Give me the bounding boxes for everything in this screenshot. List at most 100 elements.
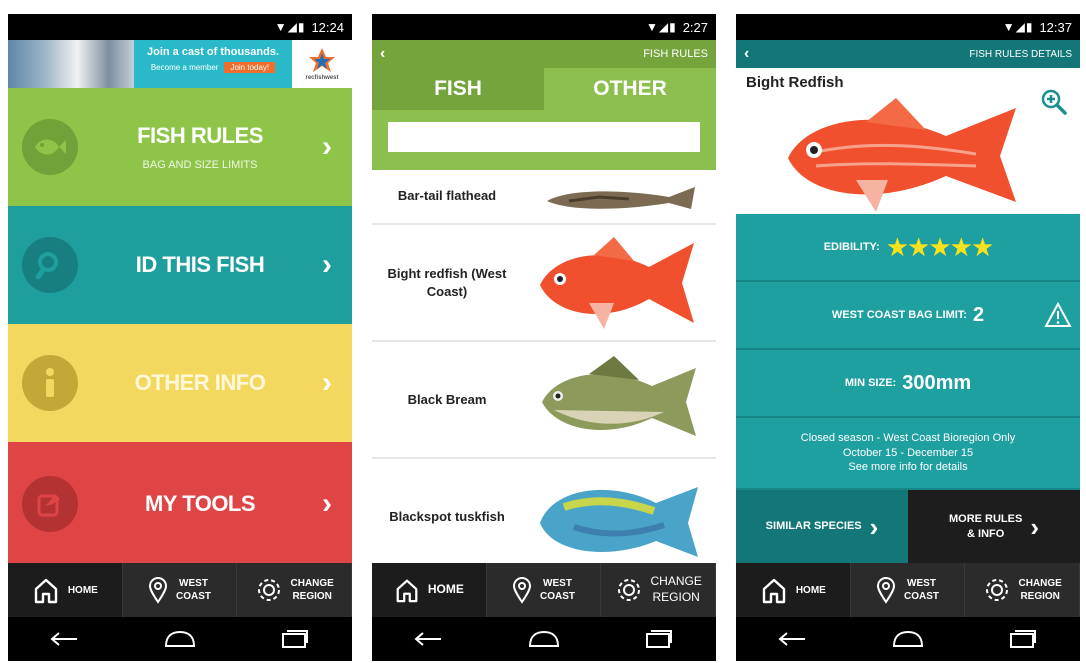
list-item[interactable]: Black Bream bbox=[372, 342, 716, 459]
home-button-icon[interactable] bbox=[524, 627, 564, 651]
menu-sublabel: BAG AND SIZE LIMITS bbox=[142, 159, 258, 171]
gear-icon bbox=[257, 579, 280, 601]
search-input[interactable] bbox=[388, 122, 700, 152]
android-nav-bar bbox=[8, 617, 352, 661]
tab-fish[interactable]: FISH bbox=[372, 68, 544, 110]
min-size-value: 300mm bbox=[902, 371, 972, 394]
fish-name: Bar-tail flathead bbox=[397, 187, 497, 203]
status-bar: ▼◢▮ 12:37 bbox=[736, 14, 1080, 40]
chevron-right-icon: › bbox=[869, 511, 879, 542]
bag-limit-label: WEST COAST BAG LIMIT: bbox=[831, 309, 967, 321]
menu-label: ID THIS FISH bbox=[135, 252, 265, 277]
bottom-nav: HOME WEST COAST CHANGE REGION bbox=[736, 563, 1080, 617]
android-nav-bar bbox=[372, 617, 716, 661]
nav-home[interactable]: HOME bbox=[736, 563, 851, 617]
wifi-signal-battery-icon: ▼◢▮ bbox=[274, 20, 306, 34]
fish-list: Bar-tail flathead Bight redfish (West Co… bbox=[372, 170, 716, 563]
menu-label: OTHER INFO bbox=[134, 370, 266, 395]
ad-join-button[interactable]: Join today! bbox=[224, 62, 276, 73]
tab-bar: FISH OTHER bbox=[372, 68, 716, 110]
ad-photo bbox=[8, 40, 134, 88]
chevron-right-icon: › bbox=[1030, 511, 1039, 542]
menu-other-info[interactable]: OTHER INFO › bbox=[8, 324, 352, 442]
android-nav-bar bbox=[736, 617, 1080, 661]
zoom-in-icon[interactable] bbox=[1040, 88, 1068, 121]
star-logo-icon bbox=[309, 48, 335, 72]
nav-region[interactable]: WEST COAST bbox=[487, 563, 602, 617]
menu-id-this-fish[interactable]: ID THIS FISH › bbox=[8, 206, 352, 324]
list-item[interactable]: Bight redfish (West Coast) bbox=[372, 225, 716, 342]
back-icon[interactable] bbox=[773, 627, 813, 651]
home-icon bbox=[396, 579, 418, 603]
tab-other[interactable]: OTHER bbox=[544, 68, 716, 110]
back-icon[interactable] bbox=[45, 627, 85, 651]
home-button-icon[interactable] bbox=[160, 627, 200, 651]
warning-icon[interactable] bbox=[1044, 301, 1072, 333]
closed-season-row: Closed season - West Coast Bioregion Onl… bbox=[736, 418, 1080, 490]
nav-region[interactable]: WEST COAST bbox=[123, 563, 238, 617]
fish-image-bight-redfish bbox=[522, 225, 716, 340]
back-arrow-icon[interactable]: ‹ bbox=[744, 45, 749, 63]
menu-label: MY TOOLS bbox=[144, 490, 256, 516]
home-button-icon[interactable] bbox=[888, 627, 928, 651]
star-rating-icon: ★★★★★ bbox=[885, 232, 995, 262]
detail-actions: SIMILAR SPECIES › MORE RULES & INFO › bbox=[736, 490, 1080, 564]
info-icon bbox=[22, 355, 78, 411]
home-icon bbox=[34, 578, 58, 604]
fish-name: Blackspot tuskfish bbox=[389, 508, 505, 524]
back-arrow-icon[interactable]: ‹ bbox=[380, 45, 385, 63]
magnifier-icon bbox=[22, 237, 78, 293]
status-time: 2:27 bbox=[682, 19, 708, 35]
ad-banner[interactable]: Join a cast of thousands. Become a membe… bbox=[8, 40, 352, 88]
list-item[interactable]: Bar-tail flathead bbox=[372, 170, 716, 225]
fish-hero-image[interactable] bbox=[776, 96, 1026, 214]
recent-apps-icon[interactable] bbox=[275, 627, 315, 651]
map-pin-icon bbox=[512, 577, 532, 604]
status-bar: ▼◢▮ 2:27 bbox=[372, 14, 716, 40]
chevron-right-icon: › bbox=[322, 248, 332, 281]
gear-icon bbox=[985, 579, 1008, 601]
bag-limit-value: 2 bbox=[972, 303, 985, 326]
menu-label: FISH RULES bbox=[137, 123, 263, 148]
map-pin-icon bbox=[148, 577, 168, 604]
ad-title: Join a cast of thousands. bbox=[146, 46, 280, 58]
fish-icon bbox=[22, 119, 78, 175]
fish-name: Bight redfish (West Coast) bbox=[387, 265, 507, 299]
nav-home[interactable]: HOME bbox=[8, 563, 123, 617]
search-area bbox=[372, 110, 716, 170]
fish-name: Black Bream bbox=[407, 391, 487, 407]
bottom-nav: HOME WEST COAST CHANGE REGION bbox=[372, 563, 716, 617]
tools-icon bbox=[22, 475, 78, 532]
nav-change-region[interactable]: CHANGE REGION bbox=[237, 563, 352, 617]
recfishwest-logo: recfishwest bbox=[292, 40, 352, 88]
chevron-right-icon: › bbox=[322, 130, 332, 163]
phone-fish-details: ▼◢▮ 12:37 ‹ FISH RULES DETAILS Bight Red… bbox=[736, 14, 1080, 661]
chevron-right-icon: › bbox=[322, 486, 332, 520]
ad-subtitle: Become a member bbox=[150, 63, 219, 72]
nav-change-region[interactable]: CHANGE REGION bbox=[965, 563, 1080, 617]
min-size-label: MIN SIZE: bbox=[844, 377, 897, 389]
gear-icon bbox=[617, 579, 640, 601]
recent-apps-icon[interactable] bbox=[639, 627, 679, 651]
bag-limit-row: WEST COAST BAG LIMIT: 2 bbox=[736, 282, 1080, 350]
map-pin-icon bbox=[876, 577, 896, 604]
header-bar: ‹ FISH RULES DETAILS bbox=[736, 40, 1080, 68]
edibility-row: EDIBILITY: ★★★★★ bbox=[736, 214, 1080, 282]
menu-my-tools[interactable]: MY TOOLS › bbox=[8, 442, 352, 565]
fish-image-black-bream bbox=[522, 342, 716, 457]
similar-species-button[interactable]: SIMILAR SPECIES › bbox=[736, 490, 908, 564]
status-bar: ▼◢▮ 12:24 bbox=[8, 14, 352, 40]
list-item[interactable]: Blackspot tuskfish bbox=[372, 459, 716, 563]
fish-image-blackspot-tuskfish bbox=[522, 459, 716, 563]
status-time: 12:37 bbox=[1039, 19, 1072, 35]
more-rules-button[interactable]: MORE RULES & INFO › bbox=[908, 490, 1080, 564]
nav-change-region[interactable]: CHANGE REGION bbox=[601, 563, 716, 617]
back-icon[interactable] bbox=[409, 627, 449, 651]
bottom-nav: HOME WEST COAST CHANGE REGION bbox=[8, 563, 352, 617]
nav-region[interactable]: WEST COAST bbox=[851, 563, 966, 617]
wifi-signal-battery-icon: ▼◢▮ bbox=[1002, 20, 1034, 34]
home-icon bbox=[762, 578, 786, 604]
nav-home[interactable]: HOME bbox=[372, 563, 487, 617]
recent-apps-icon[interactable] bbox=[1003, 627, 1043, 651]
menu-fish-rules[interactable]: FISH RULES BAG AND SIZE LIMITS › bbox=[8, 88, 352, 206]
